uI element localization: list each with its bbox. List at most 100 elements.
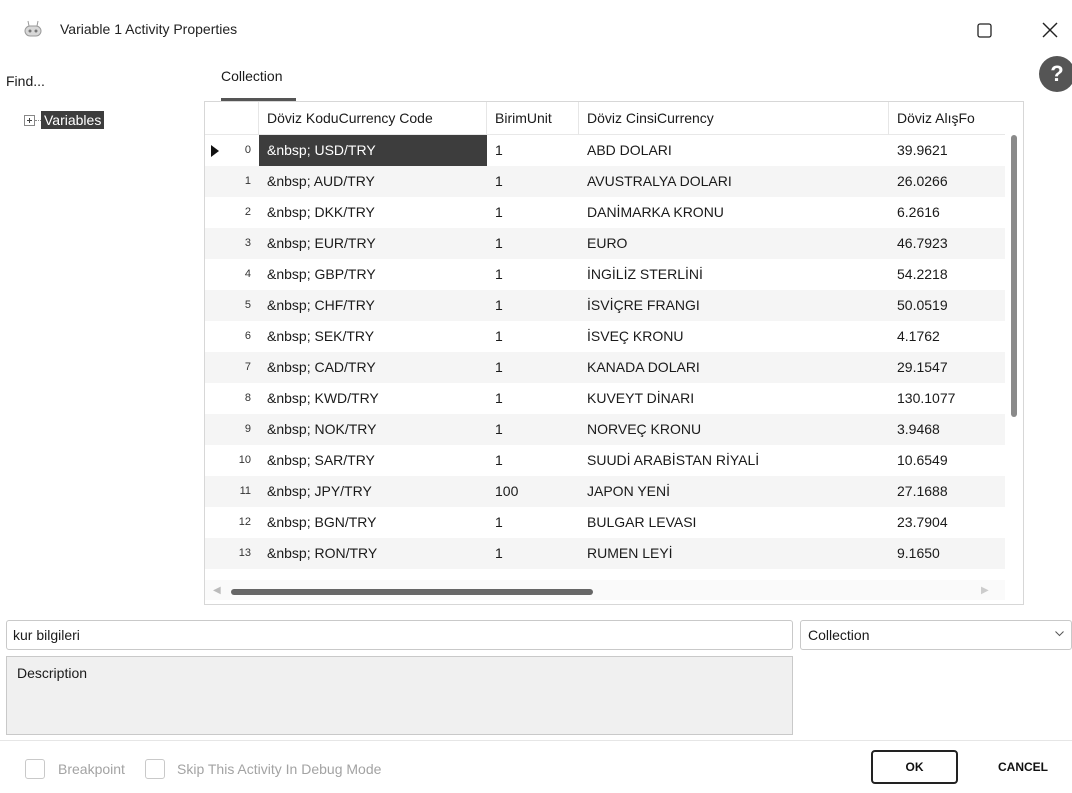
cell-buying[interactable]: 10.6549 bbox=[889, 445, 1005, 476]
help-icon[interactable]: ? bbox=[1039, 56, 1072, 92]
cell-unit[interactable]: 1 bbox=[487, 290, 579, 321]
ok-button[interactable]: OK bbox=[871, 750, 958, 784]
cell-currency[interactable]: EURO bbox=[579, 228, 889, 259]
close-icon[interactable] bbox=[1034, 14, 1066, 46]
table-row[interactable]: 13 &nbsp; RON/TRY 1 RUMEN LEYİ 9.1650 bbox=[205, 538, 1005, 569]
tree-item-label[interactable]: Variables bbox=[41, 111, 105, 129]
cell-currency[interactable]: KUVEYT DİNARI bbox=[579, 383, 889, 414]
cell-unit[interactable]: 1 bbox=[487, 166, 579, 197]
skip-debug-checkbox[interactable] bbox=[145, 759, 165, 779]
row-header[interactable]: 3 bbox=[205, 228, 259, 259]
cell-code[interactable]: &nbsp; JPY/TRY bbox=[259, 476, 487, 507]
table-row[interactable]: 6 &nbsp; SEK/TRY 1 İSVEÇ KRONU 4.1762 bbox=[205, 321, 1005, 352]
cell-currency[interactable]: İNGİLİZ STERLİNİ bbox=[579, 259, 889, 290]
cell-unit[interactable]: 1 bbox=[487, 259, 579, 290]
variable-name-input[interactable] bbox=[6, 620, 793, 650]
cell-code[interactable]: &nbsp; RON/TRY bbox=[259, 538, 487, 569]
cell-code[interactable]: &nbsp; EUR/TRY bbox=[259, 228, 487, 259]
cell-unit[interactable]: 100 bbox=[487, 476, 579, 507]
table-row[interactable]: 0 &nbsp; USD/TRY 1 ABD DOLARI 39.9621 bbox=[205, 135, 1005, 166]
column-header-currency[interactable]: Döviz CinsiCurrency bbox=[579, 102, 889, 135]
cell-code[interactable]: &nbsp; SEK/TRY bbox=[259, 321, 487, 352]
cancel-button[interactable]: CANCEL bbox=[980, 750, 1066, 784]
cell-unit[interactable]: 1 bbox=[487, 538, 579, 569]
cell-code[interactable]: &nbsp; CAD/TRY bbox=[259, 352, 487, 383]
cell-buying[interactable]: 4.1762 bbox=[889, 321, 1005, 352]
table-row[interactable]: 9 &nbsp; NOK/TRY 1 NORVEÇ KRONU 3.9468 bbox=[205, 414, 1005, 445]
cell-unit[interactable]: 1 bbox=[487, 321, 579, 352]
row-header[interactable]: 9 bbox=[205, 414, 259, 445]
cell-currency[interactable]: AVUSTRALYA DOLARI bbox=[579, 166, 889, 197]
row-header[interactable]: 8 bbox=[205, 383, 259, 414]
description-field[interactable]: Description bbox=[6, 656, 793, 735]
cell-code[interactable]: &nbsp; GBP/TRY bbox=[259, 259, 487, 290]
cell-unit[interactable]: 1 bbox=[487, 197, 579, 228]
cell-code[interactable]: &nbsp; DKK/TRY bbox=[259, 197, 487, 228]
cell-currency[interactable]: İSVEÇ KRONU bbox=[579, 321, 889, 352]
row-header[interactable]: 0 bbox=[205, 135, 259, 166]
cell-unit[interactable]: 1 bbox=[487, 445, 579, 476]
find-label[interactable]: Find... bbox=[6, 73, 45, 89]
cell-currency[interactable]: DANİMARKA KRONU bbox=[579, 197, 889, 228]
column-header-code[interactable]: Döviz KoduCurrency Code bbox=[259, 102, 487, 135]
breakpoint-checkbox[interactable] bbox=[25, 759, 45, 779]
cell-unit[interactable]: 1 bbox=[487, 228, 579, 259]
row-header[interactable]: 1 bbox=[205, 166, 259, 197]
cell-code[interactable]: &nbsp; SAR/TRY bbox=[259, 445, 487, 476]
cell-currency[interactable]: İSVİÇRE FRANGI bbox=[579, 290, 889, 321]
cell-currency[interactable]: NORVEÇ KRONU bbox=[579, 414, 889, 445]
cell-code[interactable]: &nbsp; AUD/TRY bbox=[259, 166, 487, 197]
table-row[interactable]: 10 &nbsp; SAR/TRY 1 SUUDİ ARABİSTAN RİYALİ 1… bbox=[205, 445, 1005, 476]
cell-unit[interactable]: 1 bbox=[487, 414, 579, 445]
cell-buying[interactable]: 39.9621 bbox=[889, 135, 1005, 166]
table-row[interactable]: 12 &nbsp; BGN/TRY 1 BULGAR LEVASI 23.7904 bbox=[205, 507, 1005, 538]
row-header[interactable]: 7 bbox=[205, 352, 259, 383]
tab-collection[interactable]: Collection bbox=[221, 68, 282, 84]
cell-currency[interactable]: ABD DOLARI bbox=[579, 135, 889, 166]
cell-code[interactable]: &nbsp; USD/TRY bbox=[259, 135, 487, 166]
tree-item-variables[interactable]: Variables bbox=[24, 111, 105, 129]
row-header[interactable]: 5 bbox=[205, 290, 259, 321]
table-row[interactable]: 3 &nbsp; EUR/TRY 1 EURO 46.7923 bbox=[205, 228, 1005, 259]
cell-buying[interactable]: 6.2616 bbox=[889, 197, 1005, 228]
scroll-right-icon[interactable]: ▶ bbox=[981, 585, 989, 596]
cell-buying[interactable]: 9.1650 bbox=[889, 538, 1005, 569]
cell-buying[interactable]: 54.2218 bbox=[889, 259, 1005, 290]
table-row[interactable]: 4 &nbsp; GBP/TRY 1 İNGİLİZ STERLİNİ 54.2218 bbox=[205, 259, 1005, 290]
row-header[interactable]: 4 bbox=[205, 259, 259, 290]
cell-code[interactable]: &nbsp; KWD/TRY bbox=[259, 383, 487, 414]
cell-currency[interactable]: BULGAR LEVASI bbox=[579, 507, 889, 538]
cell-code[interactable]: &nbsp; NOK/TRY bbox=[259, 414, 487, 445]
cell-buying[interactable]: 26.0266 bbox=[889, 166, 1005, 197]
cell-unit[interactable]: 1 bbox=[487, 507, 579, 538]
cell-buying[interactable]: 3.9468 bbox=[889, 414, 1005, 445]
cell-currency[interactable]: KANADA DOLARI bbox=[579, 352, 889, 383]
horizontal-scrollbar[interactable] bbox=[231, 589, 593, 595]
row-header[interactable]: 6 bbox=[205, 321, 259, 352]
cell-buying[interactable]: 29.1547 bbox=[889, 352, 1005, 383]
plus-box-icon[interactable] bbox=[24, 114, 35, 126]
table-row[interactable]: 11 &nbsp; JPY/TRY 100 JAPON YENİ 27.1688 bbox=[205, 476, 1005, 507]
table-row[interactable]: 5 &nbsp; CHF/TRY 1 İSVİÇRE FRANGI 50.0519 bbox=[205, 290, 1005, 321]
variable-type-select[interactable]: Collection bbox=[800, 620, 1072, 650]
cell-code[interactable]: &nbsp; BGN/TRY bbox=[259, 507, 487, 538]
cell-code[interactable]: &nbsp; CHF/TRY bbox=[259, 290, 487, 321]
maximize-icon[interactable] bbox=[968, 14, 1000, 46]
table-row[interactable]: 8 &nbsp; KWD/TRY 1 KUVEYT DİNARI 130.1077 bbox=[205, 383, 1005, 414]
table-row[interactable]: 2 &nbsp; DKK/TRY 1 DANİMARKA KRONU 6.2616 bbox=[205, 197, 1005, 228]
cell-buying[interactable]: 23.7904 bbox=[889, 507, 1005, 538]
row-header[interactable]: 2 bbox=[205, 197, 259, 228]
cell-currency[interactable]: JAPON YENİ bbox=[579, 476, 889, 507]
table-row[interactable]: 1 &nbsp; AUD/TRY 1 AVUSTRALYA DOLARI 26.0266 bbox=[205, 166, 1005, 197]
row-header[interactable]: 10 bbox=[205, 445, 259, 476]
row-header[interactable]: 11 bbox=[205, 476, 259, 507]
cell-currency[interactable]: RUMEN LEYİ bbox=[579, 538, 889, 569]
cell-buying[interactable]: 46.7923 bbox=[889, 228, 1005, 259]
column-header-unit[interactable]: BirimUnit bbox=[487, 102, 579, 135]
cell-unit[interactable]: 1 bbox=[487, 352, 579, 383]
cell-buying[interactable]: 27.1688 bbox=[889, 476, 1005, 507]
table-row[interactable]: 7 &nbsp; CAD/TRY 1 KANADA DOLARI 29.1547 bbox=[205, 352, 1005, 383]
cell-buying[interactable]: 130.1077 bbox=[889, 383, 1005, 414]
scroll-left-icon[interactable]: ◀ bbox=[213, 585, 221, 596]
row-header[interactable]: 13 bbox=[205, 538, 259, 569]
